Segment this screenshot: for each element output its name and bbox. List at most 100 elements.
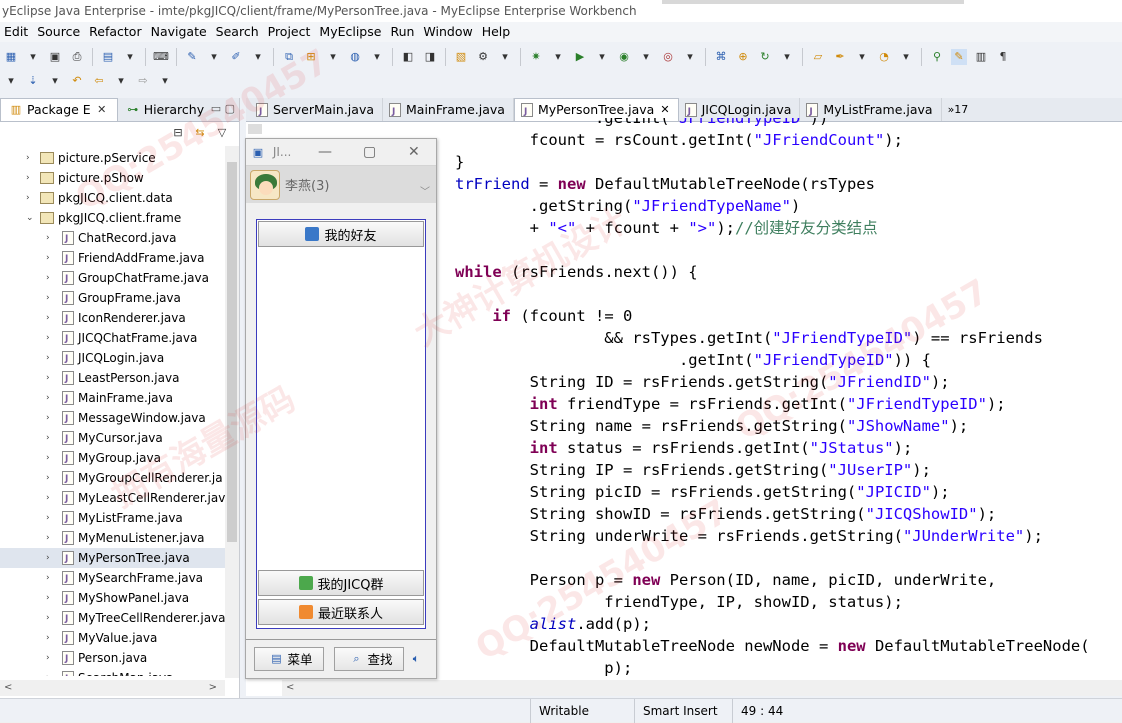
menu-button[interactable]: ▤ 菜单 <box>254 646 324 671</box>
chevron-right-icon[interactable]: › <box>46 588 50 608</box>
jicq-user-bar[interactable]: 李燕(3) <box>246 165 436 203</box>
chevron-right-icon[interactable]: › <box>26 168 30 188</box>
chevron-right-icon[interactable]: › <box>46 388 50 408</box>
chevron-down-icon[interactable]: ▾ <box>25 49 41 65</box>
menu-edit[interactable]: Edit <box>0 22 32 42</box>
scrollbar-thumb[interactable] <box>227 162 237 542</box>
chevron-down-icon[interactable]: ▾ <box>369 49 385 65</box>
speaker-icon[interactable]: 🔈︎ <box>408 651 424 667</box>
chevron-right-icon[interactable]: › <box>46 528 50 548</box>
tree-package-item[interactable]: › pkgJICQ.client.data <box>0 188 225 208</box>
menu-search[interactable]: Search <box>212 22 263 42</box>
block-selection-icon[interactable]: ▥ <box>973 49 989 65</box>
chevron-right-icon[interactable]: › <box>26 148 30 168</box>
chevron-right-icon[interactable]: › <box>46 568 50 588</box>
tree-file-item[interactable]: › MyShowPanel.java <box>0 588 225 609</box>
tree-file-item[interactable]: › GroupFrame.java <box>0 288 225 309</box>
chevron-right-icon[interactable]: › <box>26 188 30 208</box>
tree-file-item[interactable]: › MyValue.java <box>0 628 225 649</box>
chevron-down-icon[interactable]: ▾ <box>682 49 698 65</box>
server-icon[interactable]: ⊞ <box>303 49 319 65</box>
group-recent-contacts-button[interactable]: 最近联系人 <box>258 599 424 625</box>
menu-source[interactable]: Source <box>33 22 84 42</box>
tab-hierarchy[interactable]: ⊶ Hierarchy <box>118 98 208 121</box>
back-icon[interactable]: ◧ <box>400 49 416 65</box>
tree-file-item[interactable]: › MyPersonTree.java <box>0 548 225 569</box>
chevron-down-icon[interactable]: ▾ <box>3 73 19 89</box>
next-annotation-icon[interactable]: ⇣ <box>25 73 41 89</box>
chevron-right-icon[interactable]: › <box>46 328 50 348</box>
nav-forward-icon[interactable]: ⇨ <box>135 73 151 89</box>
save-icon[interactable]: ▣ <box>47 49 63 65</box>
chevron-down-icon[interactable]: ▾ <box>325 49 341 65</box>
menu-navigate[interactable]: Navigate <box>147 22 211 42</box>
chevron-right-icon[interactable]: › <box>46 268 50 288</box>
menu-window[interactable]: Window <box>419 22 476 42</box>
open-console-icon[interactable]: ⌨ <box>153 49 169 65</box>
tree-file-item[interactable]: › GroupChatFrame.java <box>0 268 225 289</box>
tree-file-item[interactable]: › IconRenderer.java <box>0 308 225 329</box>
comment-icon[interactable]: ◔ <box>876 49 892 65</box>
chevron-down-icon[interactable]: ▾ <box>854 49 870 65</box>
new-icon[interactable]: ▦ <box>3 49 19 65</box>
chevron-down-icon[interactable]: ﹀ <box>420 183 430 198</box>
tree-file-item[interactable]: › MyMenuListener.java <box>0 528 225 549</box>
chevron-right-icon[interactable]: › <box>46 668 50 676</box>
deploy-icon[interactable]: ⧉ <box>281 49 297 65</box>
chevron-right-icon[interactable]: › <box>46 468 50 488</box>
maximize-icon[interactable]: ▢ <box>363 139 376 165</box>
chevron-down-icon[interactable]: ⌄ <box>26 208 34 228</box>
tree-file-item[interactable]: › MySearchFrame.java <box>0 568 225 589</box>
tree-file-item[interactable]: › MessageWindow.java <box>0 408 225 429</box>
chevron-down-icon[interactable]: ▾ <box>497 49 513 65</box>
collapse-all-icon[interactable]: ⊟ <box>170 125 186 141</box>
group-my-friends-button[interactable]: 我的好友 <box>258 221 424 247</box>
chevron-down-icon[interactable]: ▾ <box>122 49 138 65</box>
chevron-down-icon[interactable]: ▾ <box>779 49 795 65</box>
globe-icon[interactable]: ◍ <box>347 49 363 65</box>
nav-back-icon[interactable]: ⇦ <box>91 73 107 89</box>
settings-icon[interactable]: ⚙ <box>475 49 491 65</box>
chevron-down-icon[interactable]: ▾ <box>113 73 129 89</box>
chevron-right-icon[interactable]: › <box>46 408 50 428</box>
chevron-right-icon[interactable]: › <box>46 608 50 628</box>
menu-project[interactable]: Project <box>264 22 315 42</box>
menu-run[interactable]: Run <box>386 22 418 42</box>
open-resource-icon[interactable]: ⊕ <box>735 49 751 65</box>
tree-package-item[interactable]: ⌄ pkgJICQ.client.frame <box>0 208 225 228</box>
chevron-right-icon[interactable]: › <box>46 488 50 508</box>
tree-file-item[interactable]: › LeastPerson.java <box>0 368 225 389</box>
chevron-down-icon[interactable]: ▾ <box>250 49 266 65</box>
menu-help[interactable]: Help <box>478 22 515 42</box>
code-area[interactable]: .getInt("JFriendTypeID")) fcount = rsCou… <box>455 118 1122 678</box>
tree-file-item[interactable]: › MyCursor.java <box>0 428 225 449</box>
wizard2-icon[interactable]: ✐ <box>228 49 244 65</box>
chevron-down-icon[interactable]: ▾ <box>550 49 566 65</box>
run-icon[interactable]: ▶ <box>572 49 588 65</box>
tab-package-explorer[interactable]: ▥ Package E ✕ <box>0 98 118 121</box>
menu-refactor[interactable]: Refactor <box>85 22 145 42</box>
close-icon[interactable]: ✕ <box>94 102 110 118</box>
chevron-right-icon[interactable]: › <box>46 308 50 328</box>
last-edit-icon[interactable]: ↶ <box>69 73 85 89</box>
refresh-icon[interactable]: ↻ <box>757 49 773 65</box>
wizard-icon[interactable]: ✎ <box>184 49 200 65</box>
pen-icon[interactable]: ✒ <box>832 49 848 65</box>
chevron-down-icon[interactable]: ▾ <box>898 49 914 65</box>
tree-file-item[interactable]: › MyGroup.java <box>0 448 225 469</box>
scroll-left-icon[interactable]: < <box>4 680 12 696</box>
chevron-right-icon[interactable]: › <box>46 248 50 268</box>
new-server-icon[interactable]: ▤ <box>100 49 116 65</box>
tree-file-item[interactable]: › ChatRecord.java <box>0 228 225 249</box>
chevron-down-icon[interactable]: ▾ <box>157 73 173 89</box>
tree-file-item[interactable]: › SearchMan.java <box>0 668 225 676</box>
open-type-icon[interactable]: ⌘ <box>713 49 729 65</box>
tree-file-item[interactable]: › MyGroupCellRenderer.ja <box>0 468 225 489</box>
chevron-down-icon[interactable]: ▾ <box>638 49 654 65</box>
chevron-right-icon[interactable]: › <box>46 628 50 648</box>
chevron-down-icon[interactable]: ▾ <box>594 49 610 65</box>
print-icon[interactable]: ⎙ <box>69 49 85 65</box>
close-icon[interactable]: ✕ <box>408 139 420 165</box>
chevron-down-icon[interactable]: ▾ <box>47 73 63 89</box>
chevron-right-icon[interactable]: › <box>46 448 50 468</box>
